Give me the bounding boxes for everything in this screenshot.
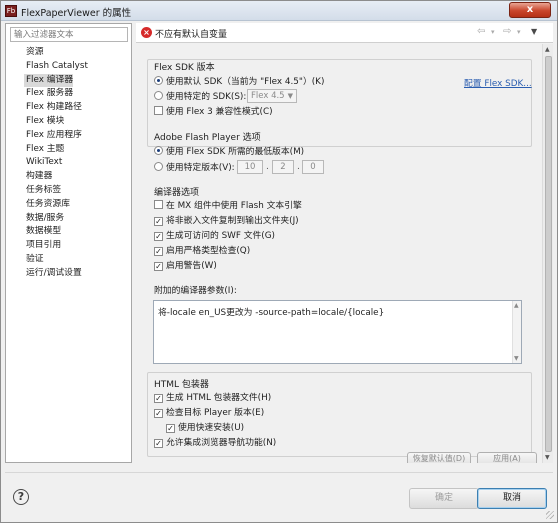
radio-selected-icon	[154, 76, 163, 85]
compiler-section-title: 编译器选项	[154, 188, 200, 198]
checkbox-checked-icon: ✓	[154, 232, 163, 241]
scroll-up-icon[interactable]: ▲	[545, 46, 550, 53]
nav-tree: 资源 Flash Catalyst Flex 编译器 Flex 服务器 Flex 构建路…	[24, 46, 88, 281]
right-content-pane: × 不应有默认自变量 ⇦ ▾ ⇨ ▾ ▼ Flex SDK 版本 使用默认 SD…	[136, 23, 553, 463]
sdk-section-title: Flex SDK 版本	[154, 63, 215, 73]
nav-item[interactable]: Flex 应用程序	[26, 129, 88, 143]
title-bar[interactable]: Fb FlexPaperViewer 的属性 x	[1, 1, 557, 21]
back-dropdown-icon[interactable]: ▾	[491, 28, 495, 36]
version-separator: .	[266, 162, 269, 172]
close-button[interactable]: x	[509, 2, 551, 18]
apply-button[interactable]: 应用(A)	[477, 452, 537, 463]
checkbox-checked-icon: ✓	[154, 409, 163, 418]
nav-item[interactable]: Flex 主题	[26, 143, 88, 157]
chevron-down-icon: ▼	[287, 92, 293, 100]
page-scrollbar[interactable]: ▲ ▼	[542, 44, 553, 463]
compiler-option-checkbox[interactable]: ✓ 将非嵌入文件复制到输出文件夹(J)	[154, 215, 299, 228]
forward-arrow-icon[interactable]: ⇨	[503, 26, 511, 37]
nav-item[interactable]: 项目引用	[26, 239, 88, 253]
checkbox-checked-icon: ✓	[154, 394, 163, 403]
properties-dialog: Fb FlexPaperViewer 的属性 x 资源Flash Catalys…	[0, 0, 558, 523]
sdk-select[interactable]: Flex 4.5 ▼	[247, 89, 297, 103]
error-icon: ×	[141, 27, 152, 38]
nav-item[interactable]: 资源	[26, 46, 88, 60]
nav-item[interactable]: 运行/调试设置	[26, 267, 88, 281]
nav-item[interactable]: 任务资源库	[26, 198, 88, 212]
specific-version-radio[interactable]: 使用特定版本(V):	[154, 162, 235, 175]
compiler-option-checkbox[interactable]: ✓ 启用警告(W)	[154, 260, 217, 273]
page-header: × 不应有默认自变量 ⇦ ▾ ⇨ ▾ ▼	[136, 23, 553, 43]
compiler-option-checkbox[interactable]: 在 MX 组件中使用 Flash 文本引擎	[154, 200, 302, 213]
nav-item[interactable]: 任务标签	[26, 184, 88, 198]
forward-dropdown-icon[interactable]: ▾	[517, 28, 521, 36]
scroll-up-icon: ▲	[514, 302, 519, 309]
radio-selected-icon	[154, 146, 163, 155]
configure-sdk-link[interactable]: 配置 Flex SDK...	[464, 76, 532, 89]
checkbox-checked-icon: ✓	[166, 424, 175, 433]
version-revision-field[interactable]: 0	[302, 160, 324, 174]
checkbox-checked-icon: ✓	[154, 262, 163, 271]
flex3-compat-checkbox[interactable]: 使用 Flex 3 兼容性模式(C)	[154, 106, 273, 119]
extra-args-textarea[interactable]: 将-locale en_US更改为 -source-path=locale/{l…	[153, 300, 522, 364]
view-menu-icon[interactable]: ▼	[531, 27, 537, 36]
window-title: FlexPaperViewer 的属性	[21, 8, 132, 19]
radio-unselected-icon	[154, 162, 163, 171]
checkbox-checked-icon: ✓	[154, 217, 163, 226]
nav-item[interactable]: 构建器	[26, 170, 88, 184]
textarea-scrollbar[interactable]: ▲ ▼	[512, 301, 521, 363]
html-wrapper-option-checkbox[interactable]: ✓ 允许集成浏览器导航功能(N)	[154, 437, 276, 450]
checkbox-checked-icon: ✓	[154, 247, 163, 256]
radio-unselected-icon	[154, 91, 163, 100]
resize-grip[interactable]	[546, 511, 554, 519]
left-navigation-pane: 资源Flash CatalystFlex 编译器Flex 服务器Flex 构建路…	[5, 23, 132, 463]
error-message: 不应有默认自变量	[155, 30, 228, 40]
specific-sdk-radio[interactable]: 使用特定的 SDK(S):	[154, 91, 246, 104]
help-icon[interactable]: ?	[13, 489, 29, 505]
nav-item[interactable]: Flex 构建路径	[26, 101, 88, 115]
extra-args-value: 将-locale en_US更改为 -source-path=locale/{l…	[158, 308, 385, 318]
checkbox-checked-icon: ✓	[154, 439, 163, 448]
version-separator: .	[297, 162, 300, 172]
default-sdk-radio[interactable]: 使用默认 SDK（当前为 "Flex 4.5"）(K)	[154, 76, 324, 89]
html-wrapper-option-checkbox[interactable]: ✓ 检查目标 Player 版本(E)	[154, 407, 264, 420]
nav-item[interactable]: Flash Catalyst	[26, 60, 88, 74]
extra-args-label: 附加的编译器参数(I):	[154, 286, 237, 296]
min-version-radio[interactable]: 使用 Flex SDK 所需的最低版本(M)	[154, 146, 304, 159]
nav-item[interactable]: Flex 服务器	[26, 87, 88, 101]
flash-builder-icon: Fb	[5, 5, 17, 17]
back-arrow-icon[interactable]: ⇦	[477, 26, 485, 37]
html-wrapper-option-checkbox[interactable]: ✓ 生成 HTML 包装器文件(H)	[154, 392, 271, 405]
scroll-down-icon: ▼	[514, 355, 519, 362]
footer-separator	[5, 472, 553, 473]
compiler-option-checkbox[interactable]: ✓ 生成可访问的 SWF 文件(G)	[154, 230, 275, 243]
history-navigation: ⇦ ▾ ⇨ ▾ ▼	[477, 26, 547, 40]
ok-button[interactable]: 确定	[409, 488, 479, 509]
nav-item[interactable]: 数据模型	[26, 225, 88, 239]
nav-item[interactable]: WikiText	[26, 156, 88, 170]
compiler-option-checkbox[interactable]: ✓ 启用严格类型检查(Q)	[154, 245, 250, 258]
checkbox-icon	[154, 106, 163, 115]
version-minor-field[interactable]: 2	[272, 160, 294, 174]
scroll-down-icon[interactable]: ▼	[545, 454, 550, 461]
nav-item[interactable]: Flex 模块	[26, 115, 88, 129]
checkbox-icon	[154, 200, 163, 209]
flash-player-section-title: Adobe Flash Player 选项	[154, 133, 261, 143]
settings-scroll-area: Flex SDK 版本 使用默认 SDK（当前为 "Flex 4.5"）(K) …	[136, 44, 553, 463]
version-major-field[interactable]: 10	[237, 160, 263, 174]
cancel-button[interactable]: 取消	[477, 488, 547, 509]
nav-item[interactable]: Flex 编译器	[24, 73, 74, 88]
nav-item[interactable]: 数据/服务	[26, 212, 88, 226]
html-wrapper-option-checkbox[interactable]: ✓ 使用快速安装(U)	[166, 422, 244, 435]
filter-input[interactable]	[10, 27, 128, 42]
nav-item[interactable]: 验证	[26, 253, 88, 267]
restore-defaults-button[interactable]: 恢复默认值(D)	[407, 452, 471, 463]
scrollbar-thumb[interactable]	[545, 56, 552, 452]
html-wrapper-section-title: HTML 包装器	[154, 380, 209, 390]
